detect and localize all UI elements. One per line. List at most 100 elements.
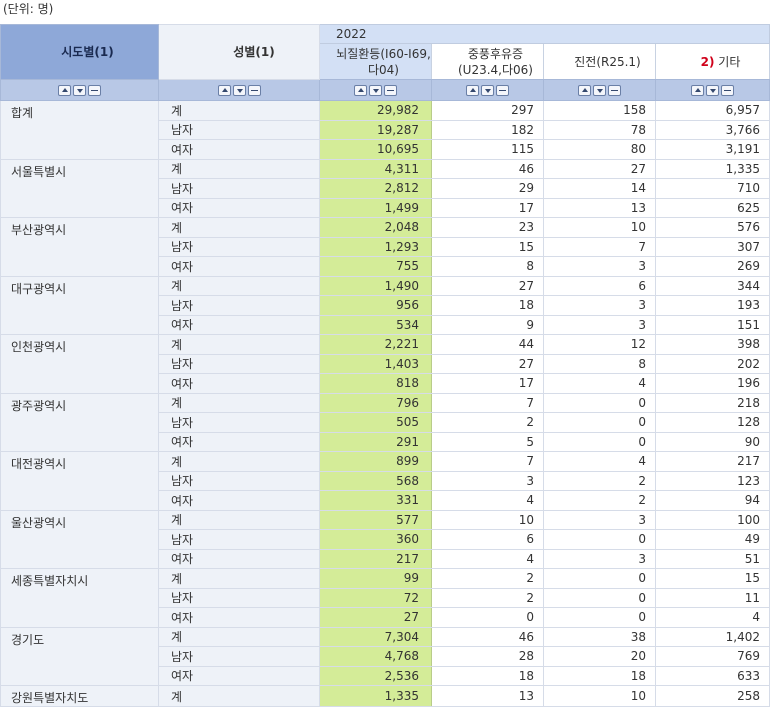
- value-cell: 90: [655, 431, 770, 452]
- remove-sort-button[interactable]: [384, 85, 397, 96]
- sort-controls-sex: [158, 79, 320, 101]
- value-cell: 18: [543, 665, 656, 686]
- value-cell: 1,403: [319, 353, 432, 374]
- value-cell: 151: [655, 314, 770, 335]
- value-cell: 2,812: [319, 178, 432, 199]
- sort-descending-button[interactable]: [481, 85, 494, 96]
- sex-label: 여자: [158, 373, 320, 394]
- region-label: 대구광역시: [0, 275, 159, 335]
- value-cell: 15: [431, 236, 544, 257]
- sort-ascending-button[interactable]: [466, 85, 479, 96]
- footnote-marker[interactable]: 2): [701, 55, 715, 69]
- sex-label: 여자: [158, 256, 320, 277]
- sex-label: 계: [158, 509, 320, 530]
- sex-label: 계: [158, 685, 320, 707]
- sex-label: 남자: [158, 646, 320, 667]
- value-cell: 625: [655, 197, 770, 218]
- value-cell: 7: [431, 451, 544, 472]
- value-cell: 8: [431, 256, 544, 277]
- value-cell: 78: [543, 119, 656, 140]
- value-cell: 46: [431, 626, 544, 647]
- value-cell: 5: [431, 431, 544, 452]
- table-row: 합계 계 29,982 297 158 6,957: [0, 100, 770, 160]
- sex-label: 남자: [158, 236, 320, 257]
- column-header-brain-disease: 뇌질환등(I60-I69,다04): [319, 43, 432, 80]
- value-cell: 577: [319, 509, 432, 530]
- value-cell: 20: [543, 646, 656, 667]
- region-label: 부산광역시: [0, 217, 159, 277]
- sex-label: 계: [158, 275, 320, 296]
- value-cell: 291: [319, 431, 432, 452]
- value-cell: 27: [431, 353, 544, 374]
- region-label: 광주광역시: [0, 392, 159, 452]
- value-cell: 8: [543, 353, 656, 374]
- sort-ascending-button[interactable]: [217, 85, 231, 96]
- value-cell: 0: [543, 587, 656, 608]
- value-cell: 269: [655, 256, 770, 277]
- region-label: 울산광역시: [0, 509, 159, 569]
- value-cell: 4,311: [319, 158, 432, 179]
- sex-label: 계: [158, 392, 320, 413]
- value-cell: 755: [319, 256, 432, 277]
- remove-sort-button[interactable]: [608, 85, 621, 96]
- value-cell: 10,695: [319, 139, 432, 160]
- sex-label: 계: [158, 217, 320, 238]
- value-cell: 1,499: [319, 197, 432, 218]
- value-cell: 18: [431, 665, 544, 686]
- value-cell: 4,768: [319, 646, 432, 667]
- sex-label: 여자: [158, 139, 320, 160]
- sort-descending-button[interactable]: [369, 85, 382, 96]
- value-cell: 15: [655, 568, 770, 589]
- sex-label: 계: [158, 158, 320, 179]
- region-label: 인천광역시: [0, 334, 159, 394]
- sort-ascending-button[interactable]: [354, 85, 367, 96]
- sort-descending-button[interactable]: [593, 85, 606, 96]
- sort-descending-button[interactable]: [73, 85, 86, 96]
- value-cell: 534: [319, 314, 432, 335]
- value-cell: 193: [655, 295, 770, 316]
- remove-sort-button[interactable]: [88, 85, 101, 96]
- region-label: 서울특별시: [0, 158, 159, 218]
- value-cell: 344: [655, 275, 770, 296]
- region-label: 대전광역시: [0, 451, 159, 511]
- sex-label: 계: [158, 334, 320, 355]
- sort-ascending-button[interactable]: [58, 85, 71, 96]
- sex-label: 여자: [158, 490, 320, 511]
- value-cell: 10: [543, 685, 656, 707]
- value-cell: 1,402: [655, 626, 770, 647]
- remove-sort-button[interactable]: [496, 85, 509, 96]
- value-cell: 769: [655, 646, 770, 667]
- sex-label: 남자: [158, 295, 320, 316]
- region-column-header: 시도별(1): [0, 24, 159, 80]
- sex-label: 여자: [158, 548, 320, 569]
- value-cell: 0: [543, 529, 656, 550]
- value-cell: 72: [319, 587, 432, 608]
- sex-label: 여자: [158, 431, 320, 452]
- value-cell: 0: [543, 412, 656, 433]
- sort-descending-button[interactable]: [232, 85, 246, 96]
- value-cell: 3,191: [655, 139, 770, 160]
- sort-ascending-button[interactable]: [578, 85, 591, 96]
- value-cell: 0: [543, 431, 656, 452]
- value-cell: 3: [543, 314, 656, 335]
- remove-sort-button[interactable]: [247, 85, 261, 96]
- value-cell: 3: [431, 470, 544, 491]
- sort-ascending-button[interactable]: [691, 85, 704, 96]
- value-cell: 258: [655, 685, 770, 707]
- value-cell: 13: [431, 685, 544, 707]
- remove-sort-button[interactable]: [721, 85, 734, 96]
- value-cell: 23: [431, 217, 544, 238]
- unit-label: (단위: 명): [3, 2, 54, 16]
- sex-label: 여자: [158, 197, 320, 218]
- value-cell: 2,536: [319, 665, 432, 686]
- region-label: 강원특별자치도: [0, 685, 159, 707]
- value-cell: 10: [431, 509, 544, 530]
- value-cell: 12: [543, 334, 656, 355]
- sex-label: 계: [158, 451, 320, 472]
- value-cell: 4: [543, 451, 656, 472]
- sort-descending-button[interactable]: [706, 85, 719, 96]
- value-cell: 0: [543, 607, 656, 628]
- value-cell: 1,490: [319, 275, 432, 296]
- value-cell: 3: [543, 509, 656, 530]
- value-cell: 7,304: [319, 626, 432, 647]
